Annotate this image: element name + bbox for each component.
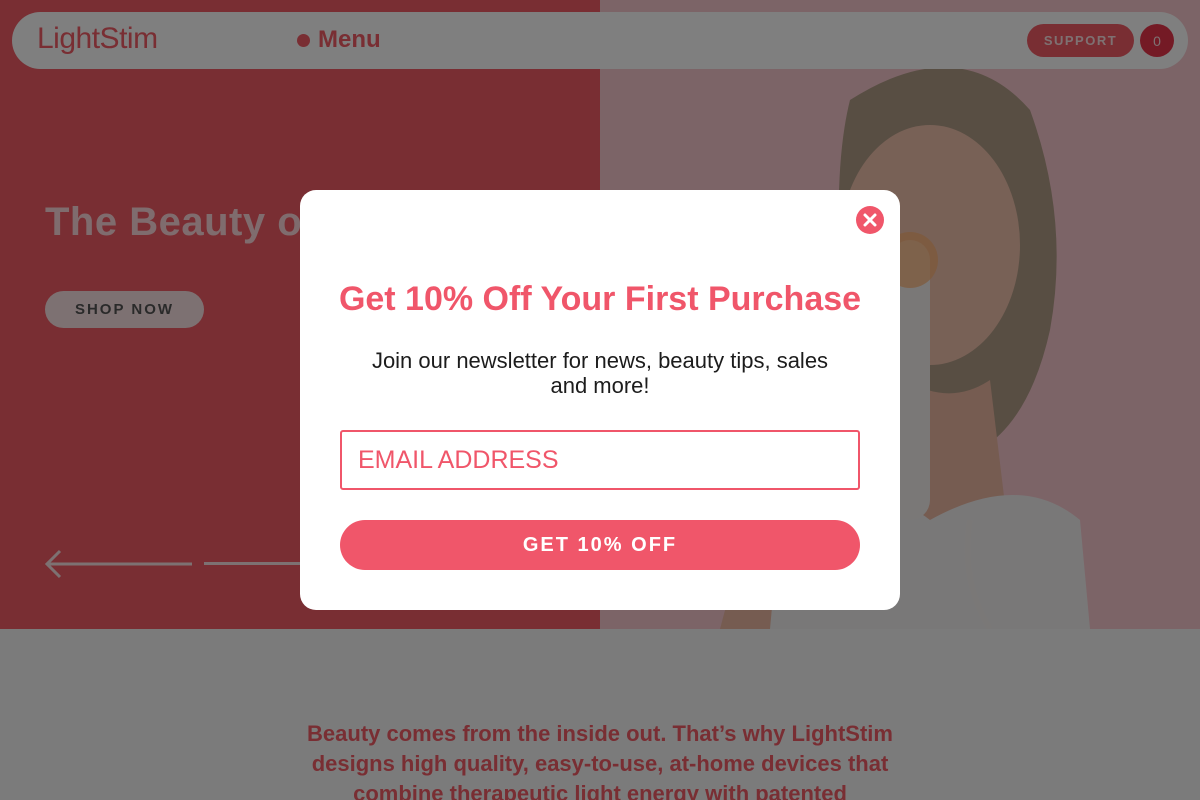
email-field[interactable] [340,430,860,490]
modal-title: Get 10% Off Your First Purchase [338,280,862,318]
get-discount-button[interactable]: GET 10% OFF [340,520,860,570]
newsletter-modal: Get 10% Off Your First Purchase Join our… [300,190,900,610]
close-button[interactable] [856,206,884,234]
close-icon [863,213,877,227]
modal-subtitle: Join our newsletter for news, beauty tip… [371,348,829,398]
